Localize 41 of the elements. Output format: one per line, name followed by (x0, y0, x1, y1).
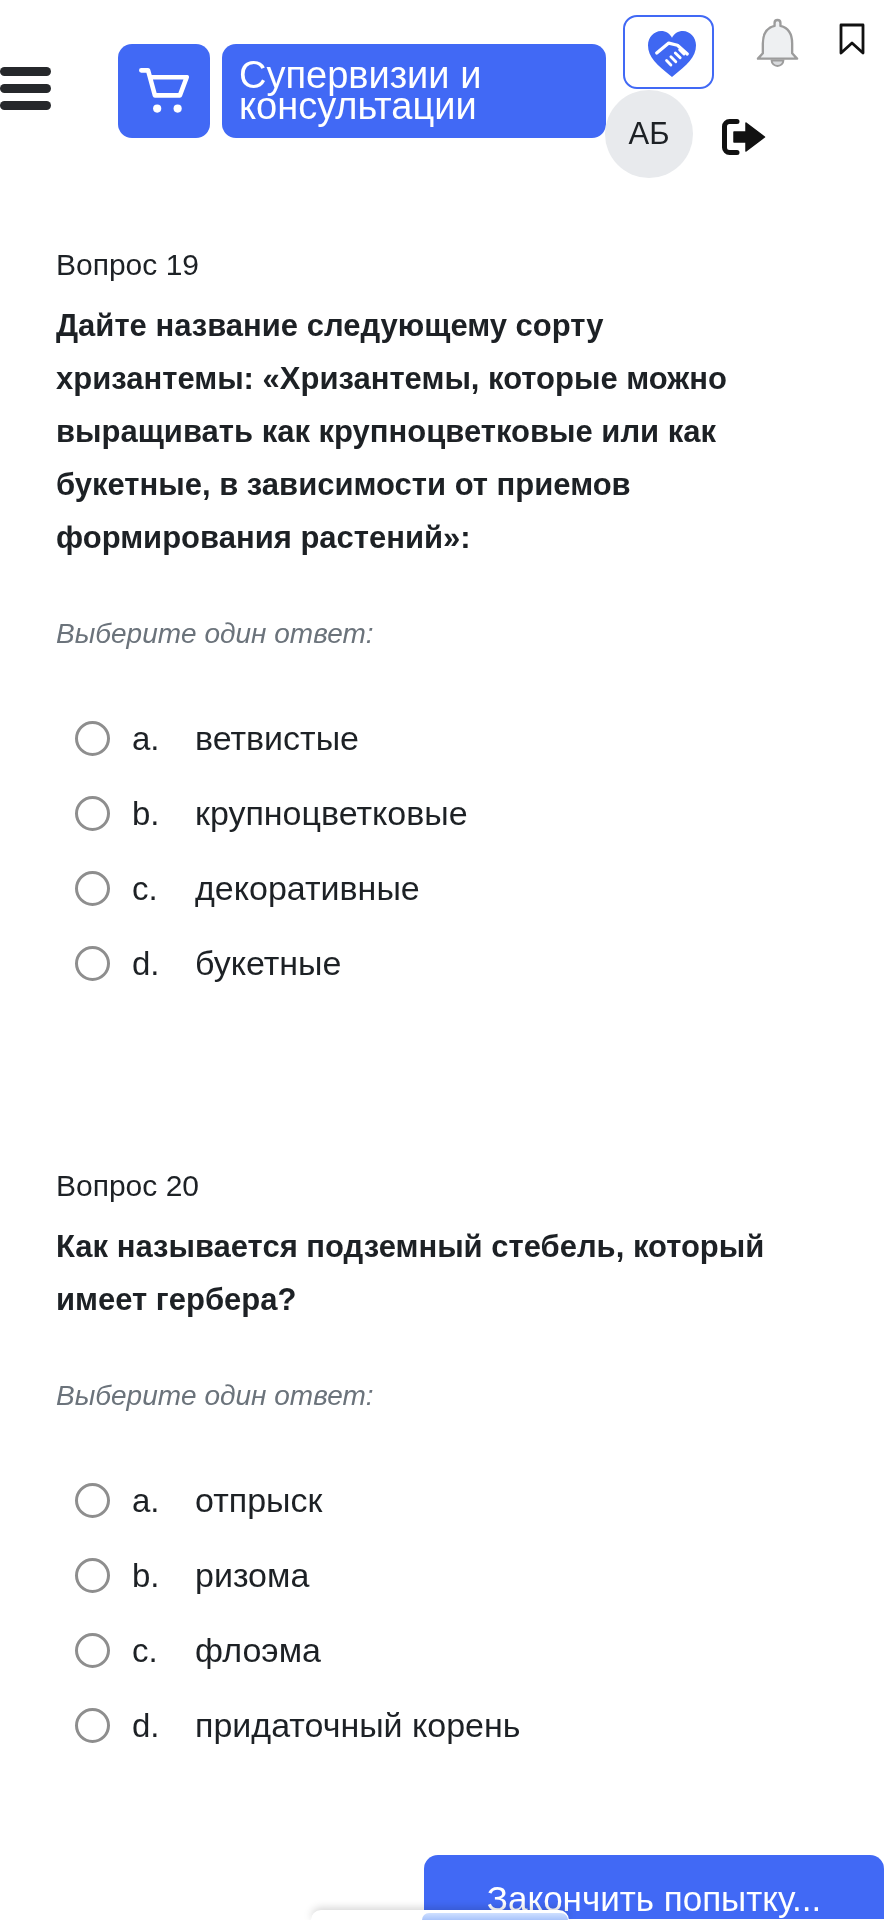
option-text[interactable]: декоративные (195, 869, 420, 908)
option-text[interactable]: отпрыск (195, 1481, 323, 1520)
cart-button[interactable] (118, 44, 210, 138)
option-letter: d. (132, 944, 161, 983)
radio-button[interactable] (75, 1633, 110, 1668)
supervision-button[interactable]: Супервизии и консультации (222, 44, 606, 138)
option-letter: c. (132, 869, 159, 908)
option-letter: a. (132, 1481, 161, 1520)
menu-icon[interactable] (0, 67, 51, 110)
logout-icon[interactable] (721, 118, 767, 156)
radio-button[interactable] (75, 946, 110, 981)
question-text: Дайте название следующему сорту хризантемы: «Хризантемы, которые можно выращивать как крупноцветковые или как букетные, в зависимости от приемов формирования растений»: (56, 307, 728, 557)
option-letter: b. (132, 1556, 161, 1595)
question-number: Вопрос 20 (56, 1168, 200, 1204)
answer-prompt: Выберите один ответ: (56, 1379, 375, 1413)
option-letter: b. (132, 794, 161, 833)
bookmark-icon[interactable] (838, 23, 866, 55)
option-letter: c. (132, 1631, 159, 1670)
radio-button[interactable] (75, 1483, 110, 1518)
radio-button[interactable] (75, 721, 110, 756)
question-number: Вопрос 19 (56, 247, 200, 283)
radio-button[interactable] (75, 871, 110, 906)
bell-icon[interactable] (756, 18, 799, 68)
option-text[interactable]: ризома (195, 1556, 310, 1595)
cart-icon (139, 67, 189, 115)
handshake-heart-icon (647, 31, 696, 77)
option-letter: d. (132, 1706, 161, 1745)
option-text[interactable]: флоэма (195, 1631, 321, 1670)
option-text[interactable]: крупноцветковые (195, 794, 468, 833)
handshake-button[interactable] (623, 15, 714, 89)
option-text[interactable]: букетные (195, 944, 342, 983)
radio-button[interactable] (75, 796, 110, 831)
radio-button[interactable] (75, 1558, 110, 1593)
question-text: Как называется подземный стебель, который имеет гербера? (56, 1228, 766, 1319)
radio-button[interactable] (75, 1708, 110, 1743)
option-text[interactable]: ветвистые (195, 719, 359, 758)
user-avatar[interactable]: АБ (605, 90, 693, 178)
answer-prompt: Выберите один ответ: (56, 617, 375, 651)
option-text[interactable]: придаточный корень (195, 1706, 521, 1745)
finish-attempt-button[interactable]: Закончить попытку... (424, 1855, 884, 1919)
option-letter: a. (132, 719, 161, 758)
